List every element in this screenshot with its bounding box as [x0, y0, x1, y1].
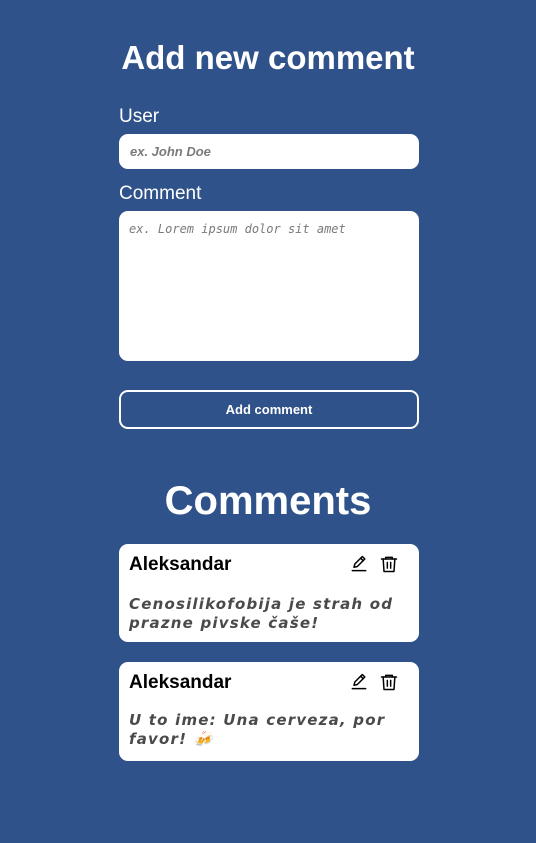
trash-icon [380, 556, 398, 573]
trash-icon [380, 674, 398, 691]
edit-comment-button[interactable] [349, 554, 369, 574]
edit-comment-button[interactable] [349, 672, 369, 692]
user-input[interactable] [119, 134, 419, 169]
comment-label: Comment [119, 183, 202, 204]
comment-author: Aleksandar [129, 554, 232, 575]
comments-title: Comments [164, 479, 372, 523]
comment-card: Aleksandar Cenosilikofobija je strah od … [119, 544, 419, 642]
user-label: User [119, 106, 160, 127]
comment-author: Aleksandar [129, 672, 232, 693]
pencil-icon [351, 555, 367, 572]
comment-card: Aleksandar U to ime: Una cerveza, por fa… [119, 662, 419, 761]
comment-textarea[interactable] [119, 211, 419, 361]
add-comment-button[interactable]: Add comment [119, 390, 419, 429]
comment-text: U to ime: Una cerveza, por favor! 🍻 [129, 711, 386, 748]
delete-comment-button[interactable] [379, 672, 399, 692]
page: Add new comment User Comment Add comment… [0, 0, 536, 843]
pencil-icon [351, 673, 367, 690]
comment-text: Cenosilikofobija je strah od prazne pivs… [129, 595, 394, 632]
delete-comment-button[interactable] [379, 554, 399, 574]
add-comment-title: Add new comment [121, 39, 415, 76]
